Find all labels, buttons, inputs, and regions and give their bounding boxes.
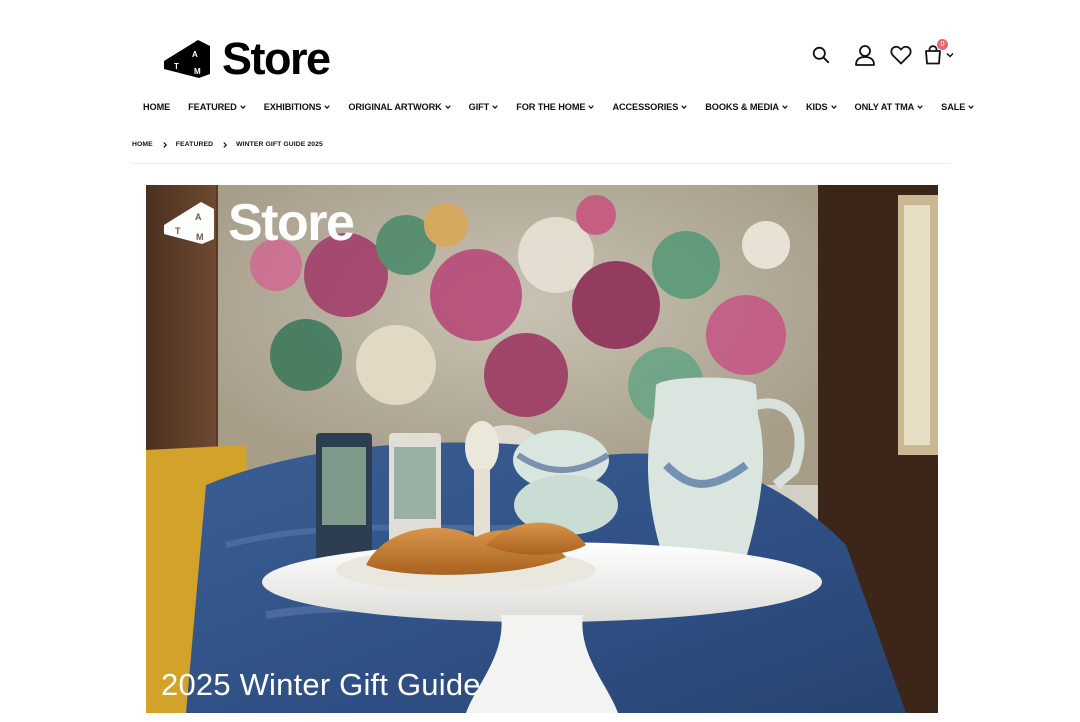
nav-label: ACCESSORIES xyxy=(612,102,679,112)
nav-label: ORIGINAL ARTWORK xyxy=(348,102,442,112)
chevron-right-icon xyxy=(223,141,228,148)
hero-caption: 2025 Winter Gift Guide xyxy=(161,667,481,702)
nav-item-home[interactable]: HOME xyxy=(143,102,170,112)
svg-text:T: T xyxy=(174,62,179,71)
tma-logo-icon: T A M xyxy=(164,39,210,78)
breadcrumb-current: WINTER GIFT GUIDE 2025 xyxy=(236,141,323,148)
search-button[interactable] xyxy=(812,46,830,64)
chevron-down-icon xyxy=(782,105,788,109)
store-logo[interactable]: T A M Store xyxy=(162,33,331,84)
chevron-down-icon xyxy=(588,105,595,109)
wishlist-button[interactable] xyxy=(890,45,912,65)
cart-button[interactable]: 0 xyxy=(924,39,954,65)
svg-text:A: A xyxy=(195,212,202,222)
nav-label: BOOKS & MEDIA xyxy=(705,102,779,112)
chevron-down-icon xyxy=(830,105,837,109)
chevron-down-icon xyxy=(444,105,451,109)
nav-label: ONLY AT TMA xyxy=(854,102,915,112)
nav-item-sale[interactable]: SALE xyxy=(941,102,975,112)
breadcrumb-home[interactable]: HOME xyxy=(132,141,153,148)
chevron-down-icon xyxy=(239,105,246,109)
hero-logo: T A M Store xyxy=(162,194,355,252)
svg-text:M: M xyxy=(194,67,201,76)
nav-label: SALE xyxy=(941,102,966,112)
user-icon xyxy=(855,45,875,66)
chevron-down-icon xyxy=(917,105,923,109)
header-actions: 0 xyxy=(812,39,954,66)
nav-item-gift[interactable]: GIFT xyxy=(469,102,499,112)
account-button[interactable] xyxy=(854,44,876,66)
nav-item-for-the-home[interactable]: FOR THE HOME xyxy=(516,102,595,112)
svg-text:M: M xyxy=(196,232,204,242)
nav-item-exhibitions[interactable]: EXHIBITIONS xyxy=(264,102,331,112)
hero-photo xyxy=(146,185,938,713)
svg-text:T: T xyxy=(175,226,181,236)
chevron-down-icon xyxy=(968,105,975,109)
heart-icon xyxy=(890,45,912,65)
chevron-down-icon xyxy=(492,105,498,109)
nav-item-featured[interactable]: FEATURED xyxy=(188,102,246,112)
chevron-right-icon xyxy=(163,141,167,148)
chevron-down-icon[interactable] xyxy=(946,52,954,58)
header-divider xyxy=(132,163,951,164)
chevron-down-icon xyxy=(324,105,331,109)
nav-item-accessories[interactable]: ACCESSORIES xyxy=(612,102,687,112)
search-icon xyxy=(812,46,830,64)
cart-count-badge: 0 xyxy=(937,39,948,50)
chevron-down-icon xyxy=(681,105,687,109)
breadcrumb: HOME FEATURED WINTER GIFT GUIDE 2025 xyxy=(132,141,323,148)
nav-item-only-at-tma[interactable]: ONLY AT TMA xyxy=(855,102,924,112)
nav-label: EXHIBITIONS xyxy=(263,102,322,112)
nav-item-books-media[interactable]: BOOKS & MEDIA xyxy=(705,102,788,112)
breadcrumb-featured[interactable]: FEATURED xyxy=(176,141,213,148)
nav-label: KIDS xyxy=(805,102,828,112)
tma-logo-icon: T A M xyxy=(164,202,214,244)
nav-label: GIFT xyxy=(468,102,490,112)
nav-item-original-artwork[interactable]: ORIGINAL ARTWORK xyxy=(348,102,451,112)
svg-text:A: A xyxy=(192,50,198,59)
nav-label: FEATURED xyxy=(188,102,237,112)
nav-item-kids[interactable]: KIDS xyxy=(806,102,837,112)
store-logo-text: Store xyxy=(222,33,331,84)
nav-label: HOME xyxy=(143,102,171,112)
nav-label: FOR THE HOME xyxy=(516,102,586,112)
hero-banner[interactable]: T A M Store 2025 Winter Gift Guide xyxy=(146,185,938,713)
hero-logo-text: Store xyxy=(228,194,355,252)
main-navigation: HOME FEATURED EXHIBITIONS ORIGINAL ARTWO… xyxy=(143,102,975,112)
